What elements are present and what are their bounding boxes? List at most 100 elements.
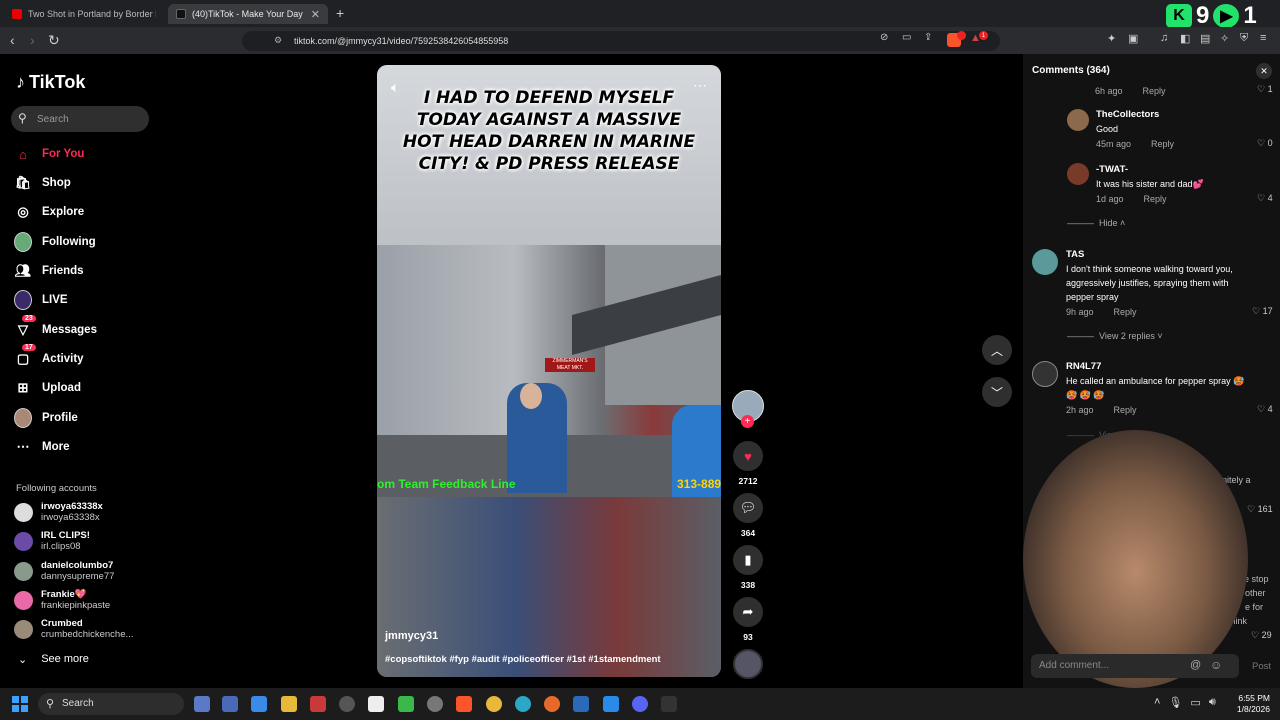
nav-friends[interactable]: 👥︎ Friends (14, 260, 84, 282)
app-icon[interactable] (661, 696, 677, 712)
reply-link[interactable]: Reply (1143, 84, 1166, 98)
like-action[interactable]: ♥ 2712 (732, 441, 764, 486)
chevron-up-icon[interactable]: ˄ (1154, 696, 1160, 709)
media-off-icon[interactable]: ⊘ (880, 32, 888, 43)
view-replies[interactable]: ——— View 2 replies ˅ (1067, 331, 1163, 341)
music-icon[interactable]: ♫ (1160, 32, 1168, 44)
app-icon[interactable] (222, 696, 238, 712)
kick-extension[interactable]: K 9 ▶ 1 (1166, 2, 1257, 30)
edge-icon[interactable] (515, 696, 531, 712)
post-button[interactable]: Post (1252, 661, 1271, 672)
comment-like[interactable]: ♡ 17 (1252, 306, 1273, 317)
search-input[interactable]: ⚲ Search (11, 106, 149, 132)
back-icon[interactable]: ‹ (10, 32, 15, 48)
wallet-icon[interactable]: ▤ (1200, 32, 1210, 45)
volume-icon[interactable]: 🔊︎ (1209, 696, 1216, 709)
nav-activity[interactable]: ▢ 17 Activity (14, 344, 84, 370)
app-icon[interactable] (368, 696, 384, 712)
nav-explore[interactable]: ◎ Explore (14, 201, 84, 223)
share-action[interactable]: ➦ 93 (732, 597, 764, 642)
comment-like[interactable]: ♡ 0 (1257, 138, 1273, 149)
app-icon[interactable] (398, 696, 414, 712)
follow-plus-icon[interactable]: + (741, 415, 754, 428)
account-item[interactable]: Crumbed crumbedchickenche... (14, 618, 133, 640)
commenter-avatar[interactable] (1032, 249, 1058, 275)
reply-link[interactable]: Reply (1144, 192, 1167, 206)
account-item[interactable]: Frankie💖 frankiepinkpaste (14, 589, 110, 611)
comment-like[interactable]: ♡ 161 (1247, 504, 1273, 515)
vpn-icon[interactable]: ⛨ (1240, 32, 1248, 45)
cast-icon[interactable]: ▭ (902, 32, 911, 43)
account-item[interactable]: danielcolumbo7 dannysupreme77 (14, 560, 114, 582)
commenter-avatar[interactable] (1032, 361, 1058, 387)
share-icon[interactable]: ⇪ (924, 32, 932, 43)
discord-icon[interactable] (632, 696, 648, 712)
site-info-icon[interactable]: ⚙ (274, 35, 282, 46)
previous-video-button[interactable]: ︿ (982, 335, 1012, 365)
microphone-icon[interactable]: 🎙︎ (1168, 696, 1182, 709)
ai-icon[interactable]: ✧ (1220, 32, 1229, 45)
video-author[interactable]: jmmycy31 (385, 630, 438, 642)
video-hashtags[interactable]: #copsoftiktok #fyp #audit #policeofficer… (385, 654, 661, 665)
vscode-icon[interactable] (603, 696, 619, 712)
comment-like[interactable]: ♡ 29 (1251, 630, 1272, 641)
volume-icon[interactable]: 🔈︎ (391, 79, 399, 96)
taskbar-search[interactable]: ⚲ Search (38, 693, 184, 715)
comment-action[interactable]: 💬︎ 364 (732, 493, 764, 538)
see-more-button[interactable]: ⌄ See more (18, 653, 89, 666)
commenter-avatar[interactable] (1067, 163, 1089, 185)
commenter-name[interactable]: TheCollectors (1096, 108, 1256, 122)
chrome-icon[interactable] (486, 696, 502, 712)
close-tab-icon[interactable]: ✕ (311, 8, 320, 21)
file-explorer-icon[interactable] (281, 696, 297, 712)
browser-tab[interactable]: Two Shot in Portland by Border Patro (4, 4, 164, 24)
new-tab-button[interactable]: + (336, 5, 344, 21)
tab-icon[interactable]: ▣ (1128, 32, 1138, 45)
network-icon[interactable]: ▭ (1190, 696, 1200, 709)
brave-icon[interactable] (456, 696, 472, 712)
comment-like[interactable]: ♡ 4 (1257, 193, 1273, 204)
app-icon[interactable] (251, 696, 267, 712)
app-icon[interactable] (573, 696, 589, 712)
commenter-name[interactable]: TAS (1066, 248, 1251, 262)
app-icon[interactable] (427, 696, 443, 712)
app-icon[interactable] (194, 696, 210, 712)
add-comment-input[interactable]: Add comment... (1031, 654, 1239, 678)
nav-shop[interactable]: 🛍︎ Shop (14, 172, 71, 194)
windows-start-icon[interactable] (12, 696, 28, 712)
close-icon[interactable]: ✕ (1256, 63, 1272, 79)
tiktok-logo[interactable]: ♪ TikTok (16, 72, 85, 93)
account-item[interactable]: IRL CLIPS! irl.clips08 (14, 530, 90, 552)
taskbar-clock[interactable]: 6:55 PM 1/8/2026 (1228, 693, 1270, 715)
reply-link[interactable]: Reply (1114, 305, 1137, 319)
firefox-icon[interactable] (544, 696, 560, 712)
nav-live[interactable]: LIVE (14, 289, 68, 311)
music-disc-icon[interactable] (733, 649, 763, 679)
account-item[interactable]: irwoya63338x irwoya63338x (14, 501, 103, 523)
mention-icon[interactable]: @ (1190, 659, 1201, 671)
nav-for-you[interactable]: ⌂ For You (14, 143, 84, 165)
commenter-avatar[interactable] (1067, 109, 1089, 131)
commenter-name[interactable]: -TWAT- (1096, 163, 1256, 177)
nav-profile[interactable]: Profile (14, 407, 78, 429)
nav-following[interactable]: Following (14, 231, 96, 253)
browser-tab-active[interactable]: (40)TikTok - Make Your Day ✕ (168, 4, 328, 24)
comment-like[interactable]: ♡ 4 (1257, 404, 1273, 415)
commenter-name[interactable]: RN4L77 (1066, 360, 1251, 374)
app-icon[interactable] (310, 696, 326, 712)
menu-icon[interactable]: ≡ (1260, 32, 1266, 44)
reply-link[interactable]: Reply (1151, 137, 1174, 151)
app-icon[interactable] (339, 696, 355, 712)
emoji-icon[interactable]: ☺ (1210, 658, 1222, 672)
video-player[interactable]: ZIMMERMAN'S MEAT MKT. om Team Feedback L… (377, 65, 721, 677)
save-action[interactable]: ▮ 338 (732, 545, 764, 590)
next-video-button[interactable]: ﹀ (982, 377, 1012, 407)
reply-link[interactable]: Reply (1114, 403, 1137, 417)
comment-like[interactable]: ♡ 1 (1257, 84, 1273, 95)
hide-replies[interactable]: ——— Hide ˄ (1067, 218, 1125, 228)
extensions-icon[interactable]: ✦ (1107, 32, 1116, 45)
nav-upload[interactable]: ⊞ Upload (14, 377, 81, 399)
nav-messages[interactable]: ▽ 23 Messages (14, 315, 97, 341)
reload-icon[interactable]: ↻ (48, 32, 60, 49)
nav-more[interactable]: ⋯ More (14, 436, 70, 458)
